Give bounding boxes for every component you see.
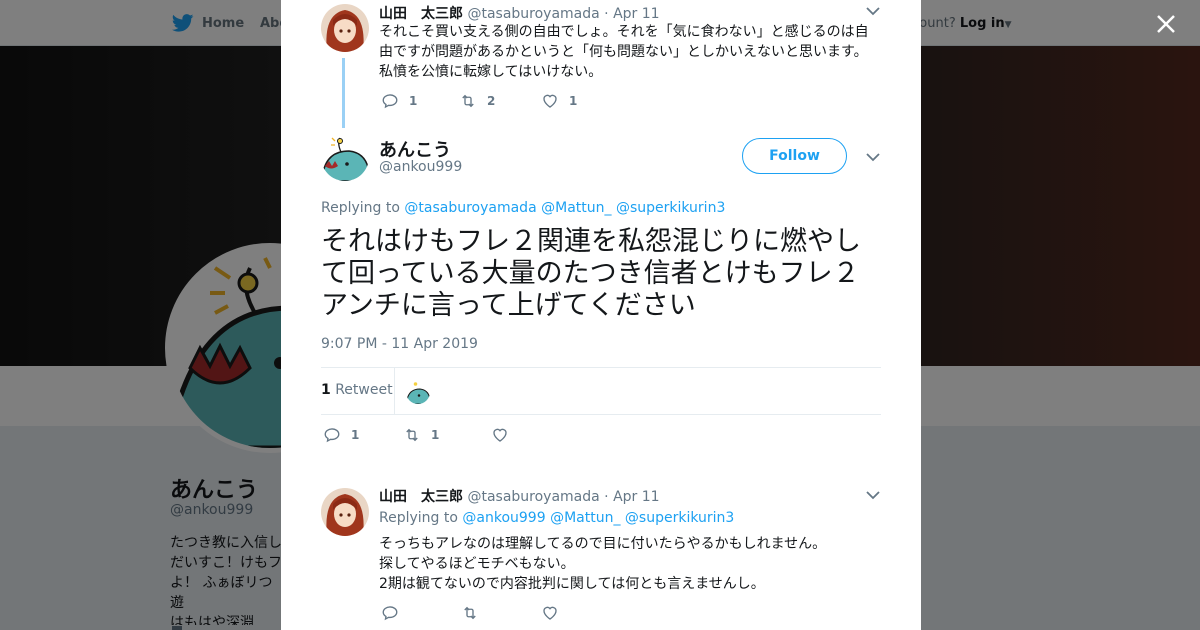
reply-count: 1 bbox=[351, 428, 360, 442]
like-button[interactable] bbox=[541, 604, 569, 622]
parent-tweet-name[interactable]: 山田 太三郎 bbox=[379, 6, 463, 22]
retweeter-avatar[interactable] bbox=[406, 380, 430, 404]
like-count: 1 bbox=[569, 94, 578, 108]
retweet-stat-count: 1 bbox=[321, 382, 331, 398]
reply-button[interactable]: 1 bbox=[381, 92, 459, 110]
reply-count: 1 bbox=[409, 94, 418, 108]
retweet-stat[interactable]: 1 Retweet bbox=[321, 382, 393, 398]
main-tweet-replying-to: Replying to @tasaburoyamada @Mattun_ @su… bbox=[321, 200, 725, 216]
reply-tweet-date[interactable]: Apr 11 bbox=[613, 489, 659, 505]
reply-tweet-name[interactable]: 山田 太三郎 bbox=[379, 489, 463, 505]
reply-tweet-date-separator: · bbox=[604, 489, 609, 505]
parent-tweet-date[interactable]: Apr 11 bbox=[613, 6, 659, 22]
reply-icon bbox=[382, 94, 398, 109]
retweet-button[interactable]: 1 bbox=[403, 426, 491, 444]
retweet-icon bbox=[406, 428, 418, 442]
retweet-icon bbox=[464, 606, 476, 620]
anglerfish-avatar-image bbox=[321, 133, 369, 181]
parent-tweet-header: 山田 太三郎 @tasaburoyamada · Apr 11 bbox=[379, 3, 660, 23]
reply-tweet-handle[interactable]: @tasaburoyamada bbox=[467, 489, 599, 505]
main-tweet-avatar[interactable] bbox=[321, 133, 369, 181]
parent-tweet-text: それこそ買い支える側の自由でしょ。それを「気に食わない」と感じるのは自 由ですが… bbox=[379, 24, 869, 80]
parent-tweet-actions: 1 2 1 bbox=[381, 92, 577, 110]
main-tweet-stats: 1 Retweet bbox=[321, 367, 881, 415]
replying-to-label: Replying to bbox=[379, 510, 458, 526]
chevron-down-icon[interactable] bbox=[866, 152, 880, 162]
like-button[interactable] bbox=[491, 426, 519, 444]
reply-tweet-actions bbox=[381, 604, 569, 622]
thread-connector-line bbox=[342, 58, 345, 128]
close-icon[interactable] bbox=[1152, 10, 1180, 38]
follow-button[interactable]: Follow bbox=[742, 138, 847, 174]
retweet-count: 1 bbox=[431, 428, 440, 442]
main-tweet-text: それはけもフレ２関連を私怨混じりに燃やして回っている大量のたつき信者とけもフレ２… bbox=[321, 226, 861, 321]
stat-divider bbox=[394, 368, 395, 414]
parent-tweet-handle[interactable]: @tasaburoyamada bbox=[467, 6, 599, 22]
chevron-down-icon[interactable] bbox=[866, 490, 880, 500]
like-icon bbox=[543, 94, 557, 108]
red-haired-girl-avatar-image bbox=[321, 488, 369, 536]
reply-tweet-header: 山田 太三郎 @tasaburoyamada · Apr 11 bbox=[379, 486, 660, 506]
mention-link[interactable]: @superkikurin3 bbox=[625, 510, 734, 526]
mention-link[interactable]: @superkikurin3 bbox=[616, 200, 725, 216]
retweet-button[interactable]: 2 bbox=[459, 92, 541, 110]
reply-tweet-text: そっちもアレなのは理解してるので目に付いたらやるかもしれません。 探してやるほど… bbox=[379, 536, 827, 592]
tweet-permalink-modal: 山田 太三郎 @tasaburoyamada · Apr 11 それこそ買い支え… bbox=[281, 0, 921, 630]
reply-tweet-replying-to: Replying to @ankou999 @Mattun_ @superkik… bbox=[379, 510, 734, 526]
main-tweet-actions: 1 1 bbox=[323, 426, 519, 444]
chevron-down-icon[interactable] bbox=[866, 6, 880, 16]
like-icon bbox=[543, 606, 557, 620]
main-tweet-handle[interactable]: @ankou999 bbox=[379, 159, 462, 175]
red-haired-girl-avatar-image bbox=[321, 4, 369, 52]
retweet-button[interactable] bbox=[461, 604, 541, 622]
like-icon bbox=[493, 428, 507, 442]
reply-button[interactable] bbox=[381, 604, 461, 622]
parent-tweet-date-separator: · bbox=[604, 6, 609, 22]
mention-link[interactable]: @ankou999 bbox=[462, 510, 545, 526]
mention-link[interactable]: @tasaburoyamada bbox=[404, 200, 536, 216]
like-button[interactable]: 1 bbox=[541, 92, 577, 110]
reply-icon bbox=[382, 606, 398, 621]
reply-icon bbox=[324, 428, 340, 443]
mention-link[interactable]: @Mattun_ bbox=[550, 510, 620, 526]
retweet-icon bbox=[462, 94, 474, 108]
parent-tweet-avatar[interactable] bbox=[321, 4, 369, 52]
replying-to-label: Replying to bbox=[321, 200, 400, 216]
retweet-count: 2 bbox=[487, 94, 496, 108]
retweet-stat-label: Retweet bbox=[335, 382, 393, 398]
reply-tweet-avatar[interactable] bbox=[321, 488, 369, 536]
anglerfish-avatar-image bbox=[406, 380, 430, 404]
main-tweet-timestamp[interactable]: 9:07 PM - 11 Apr 2019 bbox=[321, 336, 478, 352]
mention-link[interactable]: @Mattun_ bbox=[541, 200, 611, 216]
reply-button[interactable]: 1 bbox=[323, 426, 403, 444]
